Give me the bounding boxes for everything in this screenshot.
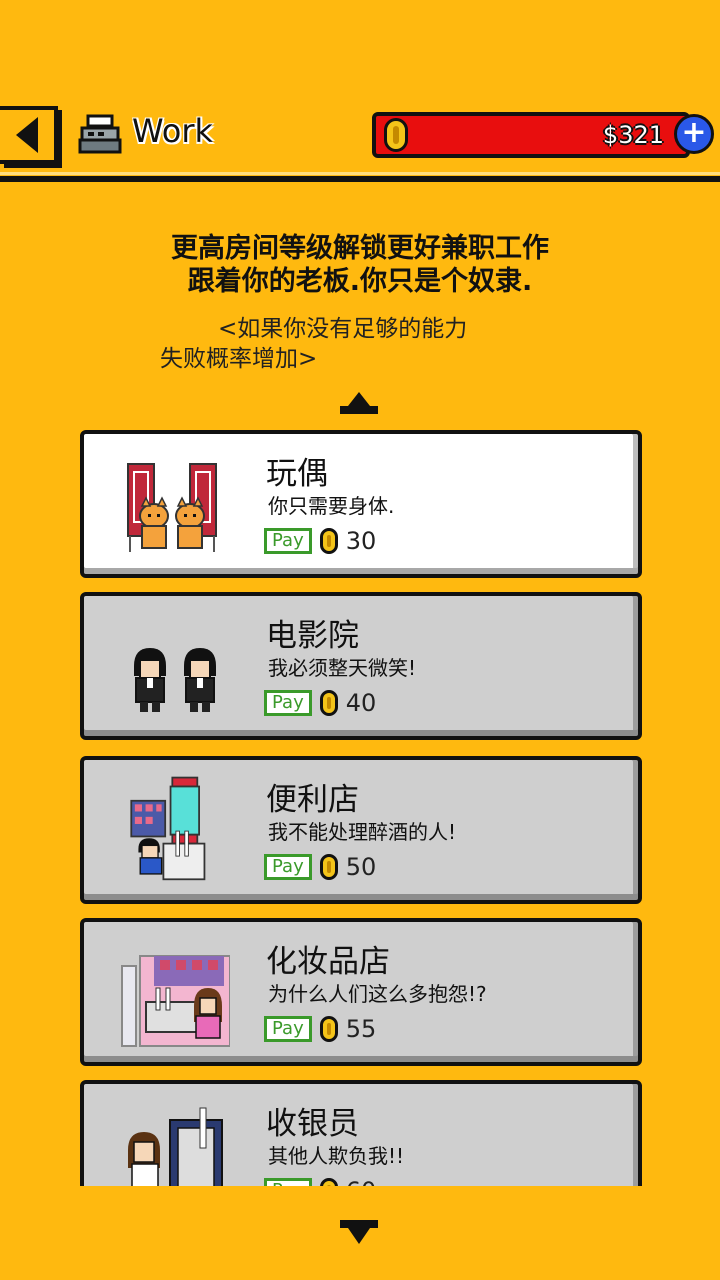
job-name: 玩偶: [266, 456, 328, 492]
pay-label: Pay: [264, 1016, 312, 1042]
back-arrow-icon: [16, 117, 38, 153]
page-title: Work: [132, 112, 214, 150]
cinema-staff-icon: [134, 648, 216, 712]
pay-row: Pay 40: [264, 688, 376, 718]
warning-line-2: 失败概率增加>: [160, 346, 318, 372]
job-description: 为什么人们这么多抱怨!?: [268, 982, 487, 1006]
job-card-doll[interactable]: 玩偶 你只需要身体. Pay 30: [80, 430, 642, 578]
warning-text: <如果你没有足够的能力 失败概率增加>: [160, 314, 580, 374]
job-card-cinema[interactable]: 电影院 我必须整天微笑! Pay 40: [80, 592, 642, 740]
pay-label: Pay: [264, 1178, 312, 1186]
job-name: 化妆品店: [266, 944, 390, 980]
scroll-up-arrow-icon[interactable]: [340, 392, 378, 414]
job-description: 我不能处理醉酒的人!: [268, 820, 457, 844]
pay-row: Pay 60: [264, 1176, 376, 1186]
job-card-cosmetics-store[interactable]: 化妆品店 为什么人们这么多抱怨!? Pay 55: [80, 918, 642, 1066]
pay-amount: 55: [345, 1015, 377, 1043]
job-name: 收银员: [266, 1106, 359, 1142]
pay-amount: 40: [345, 689, 377, 717]
convenience-store-icon: [130, 776, 206, 881]
warning-line-1: <如果你没有足够的能力: [218, 316, 468, 342]
job-name: 电影院: [266, 618, 359, 654]
job-description: 其他人欺负我!!: [268, 1144, 405, 1168]
pay-row: Pay 30: [264, 526, 376, 556]
header-divider-highlight: [0, 172, 720, 175]
job-card-cashier[interactable]: 收银员 其他人欺负我!! Pay 60: [80, 1080, 642, 1186]
pay-amount: 30: [345, 527, 377, 555]
back-button[interactable]: [0, 106, 58, 164]
cash-register-icon: [78, 114, 122, 154]
coin-icon: [384, 118, 408, 152]
cashier-icon: [128, 1107, 223, 1186]
job-description: 我必须整天微笑!: [268, 656, 417, 680]
coin-icon: [319, 528, 338, 554]
coin-icon: [319, 690, 338, 716]
job-card-convenience-store[interactable]: 便利店 我不能处理醉酒的人! Pay 50: [80, 756, 642, 904]
coin-icon: [319, 1016, 338, 1042]
job-name: 便利店: [266, 782, 359, 818]
pay-label: Pay: [264, 854, 312, 880]
pay-label: Pay: [264, 528, 312, 554]
job-list[interactable]: 玩偶 你只需要身体. Pay 30 电影院 我必须整天微笑! Pay 40 便利…: [0, 426, 720, 1186]
pay-row: Pay 55: [264, 1014, 376, 1044]
coin-icon: [319, 1178, 338, 1186]
header-divider: [0, 176, 720, 182]
scroll-down-arrow-icon[interactable]: [340, 1220, 378, 1244]
job-description: 你只需要身体.: [268, 494, 395, 518]
add-money-button[interactable]: +: [674, 114, 714, 154]
intro-line-2: 跟着你的老板.你只是个奴隶.: [187, 266, 533, 297]
money-display: $321: [372, 112, 690, 158]
pay-amount: 60: [346, 1177, 377, 1186]
intro-line-1: 更高房间等级解锁更好兼职工作: [171, 233, 549, 264]
pay-amount: 50: [345, 853, 377, 881]
money-amount: $321: [602, 121, 664, 149]
coin-icon: [319, 854, 338, 880]
pay-label: Pay: [264, 690, 312, 716]
mascot-suits-icon: [127, 463, 217, 552]
pay-row: Pay 50: [264, 852, 376, 882]
intro-text: 更高房间等级解锁更好兼职工作 跟着你的老板.你只是个奴隶.: [0, 232, 720, 298]
cosmetics-store-icon: [121, 955, 230, 1047]
